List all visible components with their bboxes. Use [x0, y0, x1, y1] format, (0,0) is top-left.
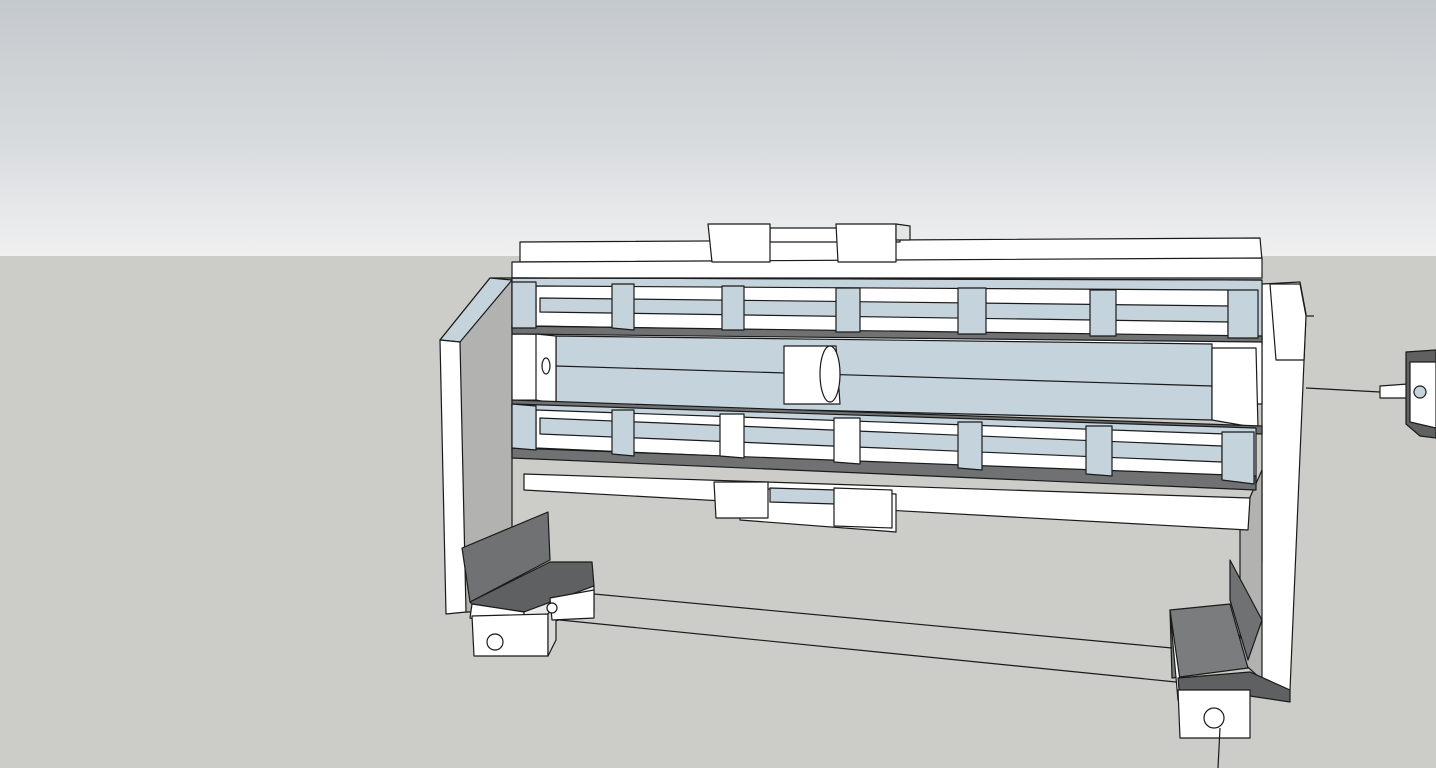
stepper-motor[interactable]: [1306, 316, 1436, 438]
top-carriage-left: [708, 224, 770, 262]
top-linear-rail[interactable]: [512, 224, 1262, 278]
floor-rail-lines: [560, 594, 1176, 682]
bottom-carriage-right: [834, 488, 892, 528]
bottom-carriage-left: [714, 482, 768, 518]
sketchup-viewport[interactable]: [0, 0, 1436, 768]
right-bearing-block[interactable]: [1178, 690, 1250, 768]
cnc-gantry-model[interactable]: [0, 0, 1436, 768]
screw-nut-block: [784, 346, 840, 404]
top-carriage-right: [836, 224, 896, 262]
